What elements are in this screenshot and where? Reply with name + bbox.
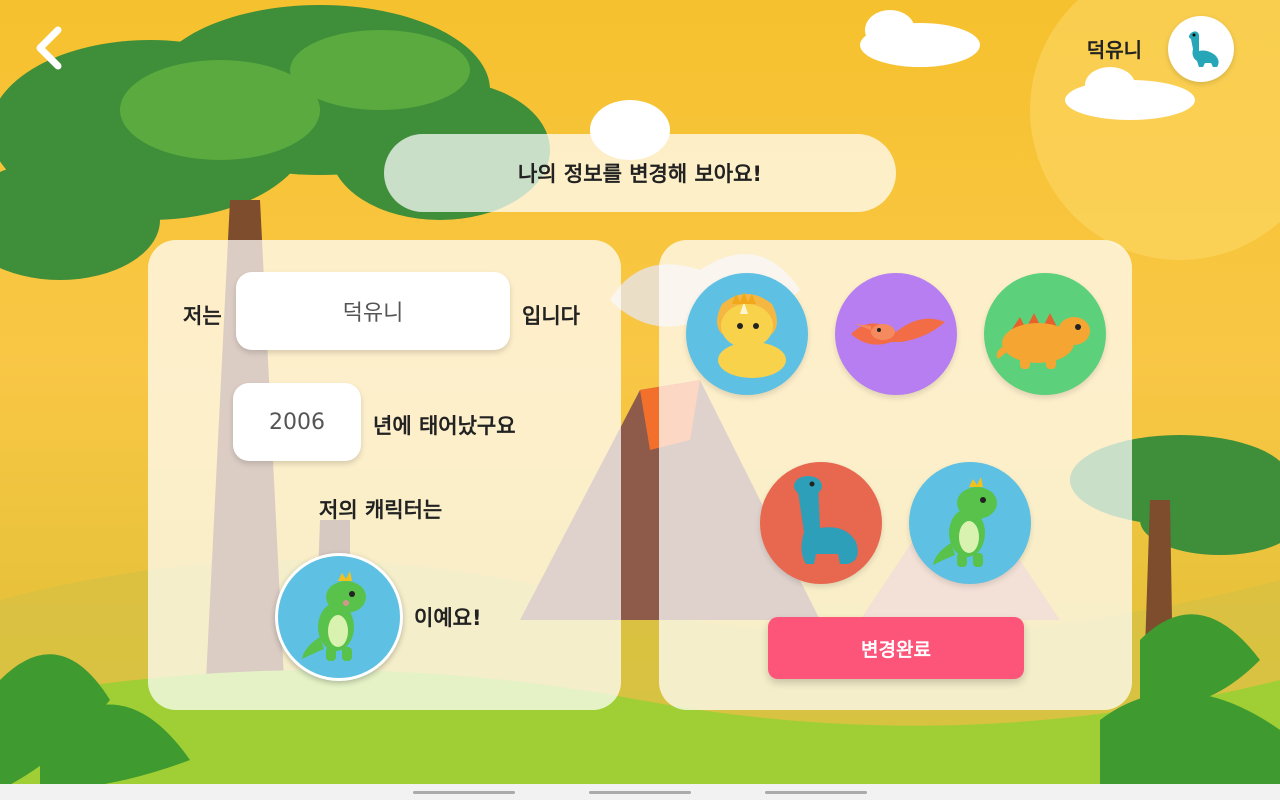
nav-handle[interactable] [765,791,867,794]
dinosaur-avatar-icon [1189,31,1219,67]
pterodactyl-option[interactable] [835,273,957,395]
back-button[interactable] [26,22,70,74]
character-suffix-label: 이예요! [414,606,482,630]
save-changes-button[interactable]: 변경완료 [768,617,1024,679]
system-nav-bar [0,784,1280,800]
brachiosaurus-option[interactable] [760,462,882,584]
name-suffix-label: 입니다 [522,304,580,328]
stegosaurus-option[interactable] [984,273,1106,395]
crowned-trex-icon [302,571,366,661]
name-prefix-label: 저는 [183,304,222,328]
triceratops-icon [717,292,786,378]
stegosaurus-icon [996,313,1090,369]
user-avatar[interactable] [1168,16,1234,82]
character-prefix-label: 저의 캐릭터는 [319,498,443,522]
nav-handle[interactable] [589,791,691,794]
selected-character-avatar [275,553,403,681]
name-field[interactable] [236,272,510,350]
birth-year-field[interactable] [233,383,361,461]
crowned-trex-icon [933,477,997,567]
brachiosaurus-icon [794,476,858,564]
user-name: 덕유니 [1086,38,1142,62]
birth-year-suffix-label: 년에 태어났구요 [373,414,516,438]
page-title: 나의 정보를 변경해 보아요! [384,134,896,212]
crowned-trex-option[interactable] [909,462,1031,584]
triceratops-option[interactable] [686,273,808,395]
pterodactyl-icon [851,318,945,345]
nav-handle[interactable] [413,791,515,794]
chevron-left-icon [36,26,62,70]
